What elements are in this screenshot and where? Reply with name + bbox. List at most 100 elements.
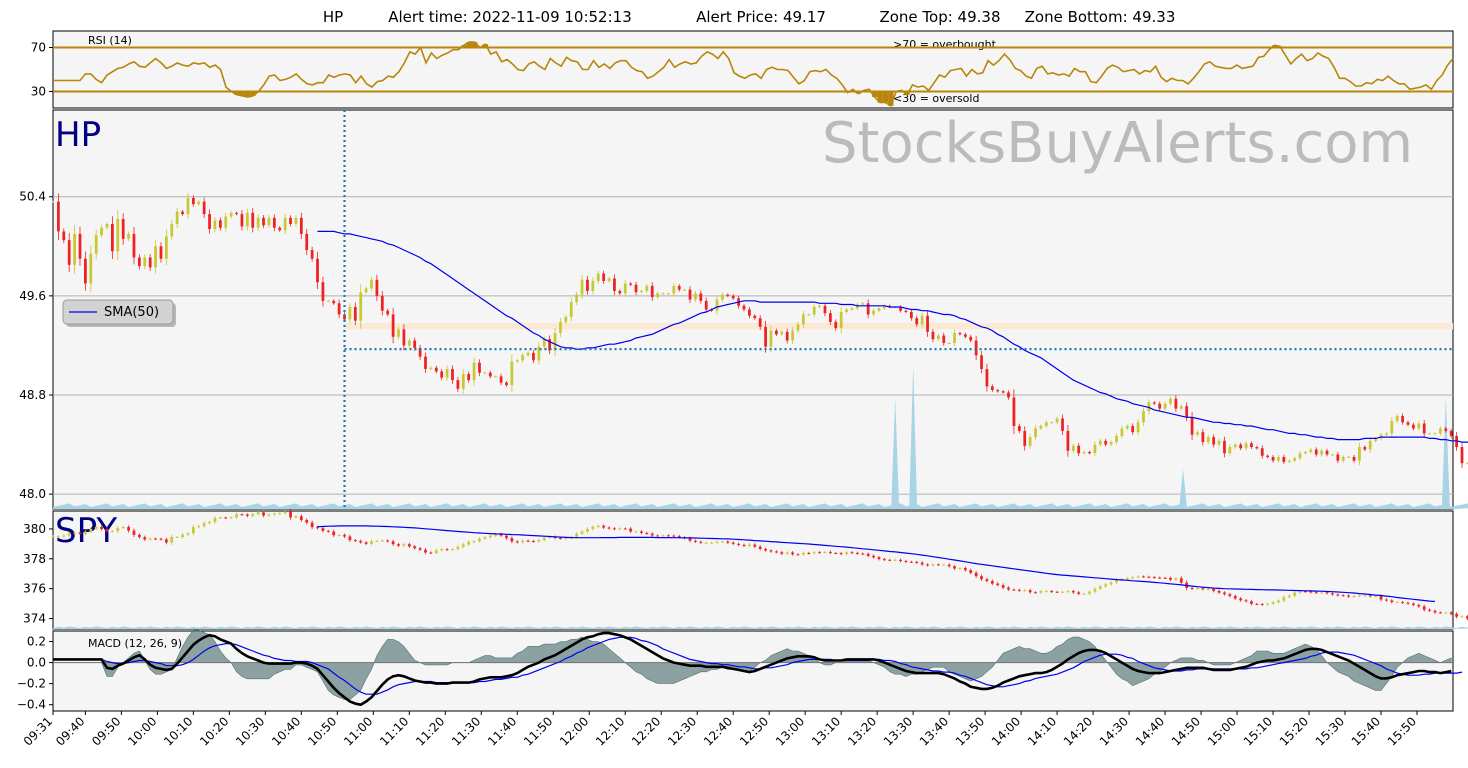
candle bbox=[699, 293, 703, 301]
candle bbox=[1228, 594, 1232, 596]
candle bbox=[1271, 456, 1275, 461]
x-tick-label: 12:20 bbox=[629, 714, 663, 748]
x-tick-label: 12:50 bbox=[737, 714, 771, 748]
candle bbox=[143, 257, 147, 267]
x-tick-label: 14:40 bbox=[1133, 714, 1167, 748]
x-tick-label: 09:40 bbox=[53, 714, 87, 748]
candle bbox=[359, 292, 363, 321]
y-tick-label: −0.4 bbox=[17, 698, 46, 712]
candle bbox=[359, 540, 363, 543]
candle bbox=[672, 535, 676, 537]
candle bbox=[580, 531, 584, 534]
candle bbox=[1007, 587, 1010, 590]
candle bbox=[969, 336, 973, 341]
header-alert-time: Alert time: 2022-11-09 10:52:13 bbox=[388, 8, 632, 26]
candle bbox=[731, 295, 735, 299]
candle bbox=[1093, 588, 1097, 592]
candle bbox=[1071, 445, 1075, 451]
candle bbox=[62, 535, 66, 537]
candle bbox=[920, 562, 924, 565]
candle bbox=[775, 330, 778, 335]
candle bbox=[1395, 416, 1399, 422]
candle bbox=[904, 310, 908, 312]
candle bbox=[1034, 592, 1037, 594]
x-tick-label: 12:40 bbox=[701, 714, 735, 748]
candle bbox=[629, 528, 633, 532]
candle bbox=[1125, 425, 1129, 429]
candle bbox=[391, 314, 395, 337]
candle bbox=[402, 329, 406, 346]
candle bbox=[1341, 595, 1345, 597]
rsi-oversold-fill bbox=[904, 91, 910, 95]
x-tick-label: 11:00 bbox=[341, 714, 375, 748]
candle bbox=[1012, 589, 1016, 591]
candle bbox=[1444, 428, 1448, 431]
candle bbox=[807, 552, 811, 554]
candle bbox=[640, 290, 643, 293]
candle bbox=[580, 279, 584, 295]
candle bbox=[1325, 592, 1329, 594]
candle bbox=[127, 233, 130, 239]
candle bbox=[57, 201, 60, 232]
candle bbox=[677, 285, 681, 290]
candle bbox=[1320, 592, 1324, 594]
candle bbox=[380, 295, 384, 311]
x-tick-label: 15:20 bbox=[1277, 714, 1311, 748]
candle bbox=[132, 530, 136, 535]
candle bbox=[1104, 440, 1108, 445]
candle bbox=[1417, 604, 1421, 607]
candle bbox=[591, 526, 595, 529]
macd-label: MACD (12, 26, 9) bbox=[88, 637, 182, 650]
candle bbox=[429, 552, 433, 554]
candle bbox=[1266, 455, 1270, 457]
candle bbox=[197, 201, 201, 205]
y-tick-label: 50.4 bbox=[19, 190, 46, 204]
candle bbox=[634, 531, 638, 533]
candle bbox=[213, 220, 217, 229]
candle bbox=[1449, 612, 1453, 614]
candle bbox=[283, 511, 287, 514]
candle bbox=[1439, 428, 1442, 434]
candle bbox=[1260, 448, 1264, 456]
candle bbox=[780, 331, 784, 335]
rsi-panel-frame bbox=[52, 30, 1454, 109]
candle bbox=[326, 530, 330, 532]
candle bbox=[375, 540, 379, 542]
rsi-overbought-fill bbox=[482, 44, 489, 48]
x-tick-label: 09:50 bbox=[89, 714, 123, 748]
x-tick-label: 13:00 bbox=[773, 714, 807, 748]
candle bbox=[472, 541, 476, 543]
candle bbox=[510, 538, 514, 542]
candle bbox=[424, 549, 427, 553]
candle bbox=[596, 525, 600, 527]
candle bbox=[694, 293, 697, 300]
candle bbox=[213, 517, 217, 522]
x-tick-label: 11:20 bbox=[413, 714, 447, 748]
candle bbox=[1201, 588, 1205, 590]
candle bbox=[1331, 454, 1334, 456]
candle bbox=[440, 549, 444, 551]
candle bbox=[942, 564, 946, 566]
candle bbox=[121, 526, 125, 528]
candle bbox=[191, 197, 195, 205]
candle bbox=[564, 316, 568, 322]
candle bbox=[1152, 577, 1156, 579]
candle bbox=[299, 217, 303, 234]
candle bbox=[1368, 440, 1372, 450]
candle bbox=[1071, 591, 1075, 593]
candle bbox=[1233, 595, 1237, 599]
candle bbox=[656, 535, 660, 537]
candle bbox=[958, 333, 962, 335]
candle bbox=[958, 568, 962, 570]
candle bbox=[1444, 612, 1448, 614]
candle bbox=[127, 526, 130, 531]
candle bbox=[877, 557, 881, 560]
candle bbox=[251, 514, 255, 516]
candle bbox=[1017, 425, 1021, 431]
candle bbox=[418, 548, 422, 550]
candle bbox=[1406, 422, 1410, 425]
candle bbox=[899, 559, 902, 562]
candle bbox=[1142, 576, 1145, 578]
sma-legend: SMA(50) bbox=[62, 299, 176, 327]
candle bbox=[990, 581, 994, 584]
